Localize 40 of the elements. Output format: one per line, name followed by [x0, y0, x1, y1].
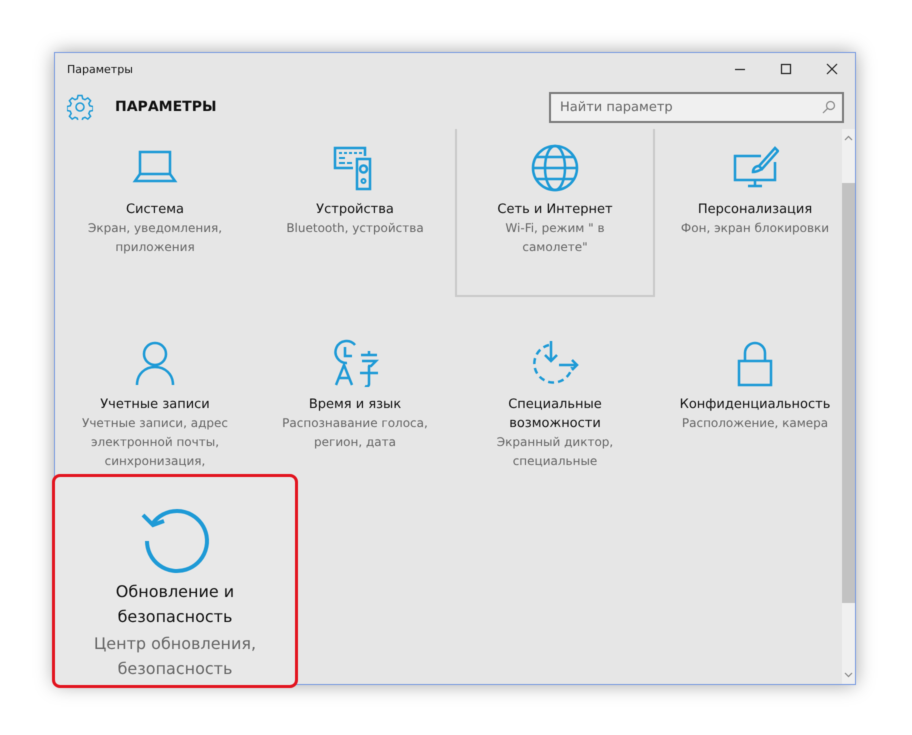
close-icon [826, 63, 838, 75]
tile-title: Конфиденциальность [678, 396, 832, 414]
window-title: Параметры [67, 62, 133, 76]
settings-tile[interactable]: Устройства Bluetooth, устройства [255, 129, 455, 240]
tile-title: Специальные возможности [507, 396, 603, 433]
settings-tile[interactable]: Конфиденциальность Расположение, камера [655, 317, 842, 435]
tile-title: Сеть и Интернет [496, 201, 614, 219]
globe-icon [531, 144, 579, 192]
settings-tile[interactable]: Персонализация Фон, экран блокировки [655, 129, 842, 240]
clock-letters-icon [331, 339, 379, 387]
tile-description: Центр обновления, безопасность [92, 633, 258, 680]
scroll-thumb[interactable] [842, 183, 855, 603]
tile-title: Время и язык [308, 396, 402, 414]
tile-description: Экран, уведомления, приложения [86, 220, 224, 256]
search-field[interactable]: Найти параметр [549, 92, 844, 122]
settings-tile[interactable]: Система Экран, уведомления, приложения [55, 129, 255, 259]
tile-description: Bluetooth, устройства [285, 220, 425, 237]
settings-tile[interactable]: Сеть и Интернет Wi-Fi, режим " в самолете" [455, 129, 655, 297]
settings-tile[interactable]: Специальные возможности Экранный диктор, специальные [455, 317, 655, 473]
maximize-icon [780, 63, 792, 75]
settings-tile[interactable]: Время и язык Распознавание голоса, регион, дата [255, 317, 455, 454]
tile-description: Экранный диктор, специальные [496, 434, 614, 470]
tile-title: Устройства [315, 201, 395, 219]
tile-description: Wi-Fi, режим " в самолете" [504, 220, 606, 256]
search-icon [822, 100, 836, 114]
settings-icon [67, 94, 93, 120]
tile-title: Персонализация [696, 201, 814, 219]
tile-title: Обновление и безопасность [114, 581, 236, 628]
page-heading: ПАРАМЕТРЫ [115, 99, 218, 115]
tile-description: Учетные записи, адрес электронной почты, синхронизация, [81, 415, 229, 470]
tile-description: Фон, экран блокировки [680, 220, 830, 237]
tile-description: Распознавание голоса, регион, дата [281, 415, 429, 451]
scroll-down-icon[interactable] [844, 672, 853, 678]
tile-title: Учетные записи [99, 396, 211, 414]
tile-description: Расположение, камера [680, 415, 830, 432]
tile-title: Система [124, 201, 186, 219]
scroll-up-icon[interactable] [844, 135, 853, 141]
scrollbar[interactable] [842, 129, 855, 684]
magnified-tile[interactable]: Обновление и безопасность Центр обновления, безопасность [52, 474, 298, 688]
settings-tile[interactable]: Учетные записи Учетные записи, адрес электронной почты, синхронизация, [55, 317, 255, 473]
